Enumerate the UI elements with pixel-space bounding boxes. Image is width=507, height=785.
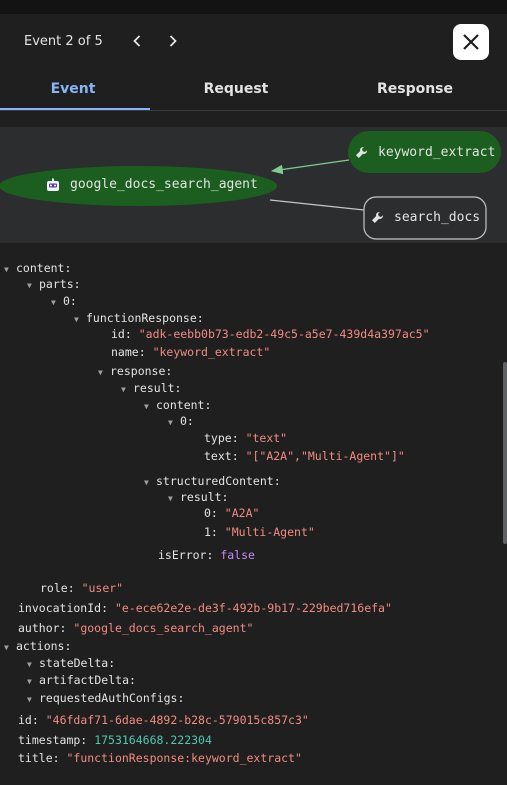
tree-node-structured-result[interactable]: ▼ result: bbox=[168, 489, 228, 505]
tree-leaf-result-1: 1: "Multi-Agent" bbox=[204, 525, 315, 539]
next-event-button[interactable] bbox=[163, 31, 183, 51]
expand-arrow-icon[interactable]: ▼ bbox=[168, 491, 180, 507]
tree-leaf-event-id: id: "46fdaf71-6dae-4892-b28c-579015c857c… bbox=[18, 713, 309, 727]
tree-node-parts[interactable]: ▼ parts: bbox=[27, 276, 81, 292]
tree-leaf-type: type: "text" bbox=[204, 431, 288, 445]
agent-node[interactable]: google_docs_search_agent bbox=[46, 177, 258, 192]
edge-agent-to-keyword-extract bbox=[270, 159, 350, 175]
search-docs-node-label: search_docs bbox=[394, 210, 481, 225]
close-icon bbox=[463, 34, 479, 50]
tree-node-content[interactable]: ▼ content: bbox=[4, 260, 71, 276]
tree-node-result-content[interactable]: ▼ content: bbox=[144, 397, 211, 413]
tree-node-part-0[interactable]: ▼ 0: bbox=[51, 293, 77, 309]
tree-leaf-id: id: "adk-eebb0b73-edb2-49c5-a5e7-439d4a3… bbox=[111, 327, 430, 341]
tree-node-artifact-delta[interactable]: ▼ artifactDelta: bbox=[27, 672, 136, 688]
wrench-icon bbox=[371, 211, 384, 224]
expand-arrow-icon[interactable]: ▼ bbox=[144, 399, 156, 415]
expand-arrow-icon[interactable]: ▼ bbox=[4, 262, 16, 278]
expand-arrow-icon[interactable]: ▼ bbox=[144, 475, 156, 491]
agent-node-label: google_docs_search_agent bbox=[70, 177, 258, 192]
tree-leaf-name: name: "keyword_extract" bbox=[111, 345, 271, 359]
expand-arrow-icon[interactable]: ▼ bbox=[74, 312, 86, 328]
tree-leaf-text: text: "["A2A","Multi-Agent"]" bbox=[204, 449, 405, 463]
tree-node-requested-auth-configs[interactable]: ▼ requestedAuthConfigs: bbox=[27, 690, 184, 706]
robot-icon bbox=[46, 178, 60, 192]
expand-arrow-icon[interactable]: ▼ bbox=[27, 674, 39, 690]
expand-arrow-icon[interactable]: ▼ bbox=[51, 295, 63, 311]
tree-node-response[interactable]: ▼ response: bbox=[98, 363, 172, 379]
tree-node-actions[interactable]: ▼ actions: bbox=[4, 638, 71, 654]
wrench-icon bbox=[355, 146, 368, 159]
expand-arrow-icon[interactable]: ▼ bbox=[27, 657, 39, 673]
tree-node-content-0[interactable]: ▼ 0: bbox=[168, 413, 194, 429]
tree-node-state-delta[interactable]: ▼ stateDelta: bbox=[27, 655, 115, 671]
keyword-extract-node-label: keyword_extract bbox=[378, 145, 496, 160]
tree-leaf-author: author: "google_docs_search_agent" bbox=[18, 621, 254, 635]
search-docs-node[interactable]: search_docs bbox=[371, 210, 480, 225]
expand-arrow-icon[interactable]: ▼ bbox=[27, 278, 39, 294]
tab-request[interactable]: Request bbox=[163, 70, 309, 110]
tree-leaf-result-0: 0: "A2A" bbox=[204, 506, 260, 520]
close-button[interactable] bbox=[453, 24, 489, 60]
expand-arrow-icon[interactable]: ▼ bbox=[27, 692, 39, 708]
expand-arrow-icon[interactable]: ▼ bbox=[98, 365, 110, 381]
tab-event[interactable]: Event bbox=[0, 70, 146, 110]
active-tab-indicator bbox=[0, 108, 150, 110]
prev-event-button[interactable] bbox=[127, 31, 147, 51]
scrollbar-thumb[interactable] bbox=[503, 362, 507, 544]
agent-graph: google_docs_search_agent keyword_extract… bbox=[0, 127, 507, 243]
event-counter: Event 2 of 5 bbox=[24, 34, 103, 49]
tree-node-function-response[interactable]: ▼ functionResponse: bbox=[74, 310, 204, 326]
tree-leaf-is-error: isError: false bbox=[158, 548, 255, 562]
expand-arrow-icon[interactable]: ▼ bbox=[121, 382, 133, 398]
tree-leaf-title: title: "functionResponse:keyword_extract… bbox=[18, 751, 302, 765]
expand-arrow-icon[interactable]: ▼ bbox=[168, 415, 180, 431]
top-strip bbox=[0, 0, 507, 14]
tree-node-result[interactable]: ▼ result: bbox=[121, 380, 181, 396]
tab-response[interactable]: Response bbox=[332, 70, 498, 110]
edge-agent-to-search-docs bbox=[269, 199, 365, 211]
chevron-left-icon bbox=[133, 35, 141, 47]
expand-arrow-icon[interactable]: ▼ bbox=[4, 640, 16, 656]
tree-node-structured-content[interactable]: ▼ structuredContent: bbox=[144, 473, 281, 489]
tree-leaf-invocation-id: invocationId: "e-ece62e2e-de3f-492b-9b17… bbox=[18, 601, 392, 615]
tree-leaf-role: role: "user" bbox=[40, 581, 124, 595]
event-header: Event 2 of 5 bbox=[0, 14, 507, 70]
chevron-right-icon bbox=[169, 35, 177, 47]
keyword-extract-node[interactable]: keyword_extract bbox=[355, 145, 495, 160]
tree-leaf-timestamp: timestamp: 1753164668.222304 bbox=[18, 733, 212, 747]
tab-bar: Event Request Response bbox=[0, 70, 507, 111]
